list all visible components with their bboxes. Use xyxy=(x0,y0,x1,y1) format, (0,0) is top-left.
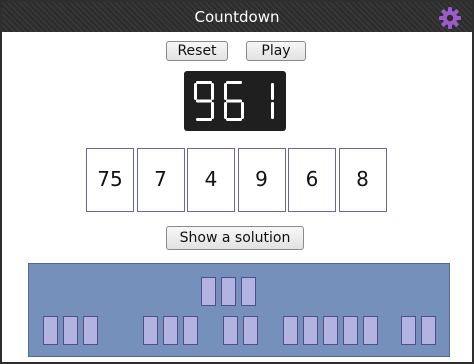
show-solution-button[interactable]: Show a solution xyxy=(166,226,304,250)
target-digit xyxy=(194,81,214,121)
title-bar: Countdown xyxy=(2,2,472,32)
target-digit xyxy=(224,81,244,121)
small-number-card[interactable] xyxy=(223,316,238,345)
reset-button[interactable]: Reset xyxy=(166,41,228,61)
small-number-card[interactable] xyxy=(163,316,178,345)
app-title: Countdown xyxy=(194,8,280,26)
small-number-card[interactable] xyxy=(401,316,416,345)
small-number-card[interactable] xyxy=(421,316,436,345)
target-number-display xyxy=(184,71,286,131)
card-deck xyxy=(28,263,450,357)
small-number-card[interactable] xyxy=(363,316,378,345)
game-window: Countdown Reset Play 75 7 4 9 6 8 Show a… xyxy=(0,0,474,364)
number-tile[interactable]: 8 xyxy=(338,148,387,212)
small-number-card[interactable] xyxy=(183,316,198,345)
small-number-card[interactable] xyxy=(83,316,98,345)
small-number-card[interactable] xyxy=(63,316,78,345)
large-number-card[interactable] xyxy=(201,277,216,306)
gear-icon[interactable] xyxy=(438,6,462,30)
small-number-card[interactable] xyxy=(303,316,318,345)
number-tile[interactable]: 4 xyxy=(187,148,235,212)
small-number-card[interactable] xyxy=(323,316,338,345)
target-number xyxy=(194,81,274,121)
small-number-card[interactable] xyxy=(143,316,158,345)
play-button[interactable]: Play xyxy=(246,41,306,61)
number-tile[interactable]: 6 xyxy=(288,148,336,212)
small-number-card[interactable] xyxy=(43,316,58,345)
number-tile[interactable]: 9 xyxy=(237,148,286,212)
small-number-card[interactable] xyxy=(283,316,298,345)
large-number-card[interactable] xyxy=(221,277,236,306)
small-number-card[interactable] xyxy=(343,316,358,345)
target-digit xyxy=(271,83,274,119)
number-tile[interactable]: 7 xyxy=(136,148,185,212)
large-number-card[interactable] xyxy=(241,277,256,306)
small-number-card[interactable] xyxy=(243,316,258,345)
number-tile[interactable]: 75 xyxy=(86,148,134,212)
